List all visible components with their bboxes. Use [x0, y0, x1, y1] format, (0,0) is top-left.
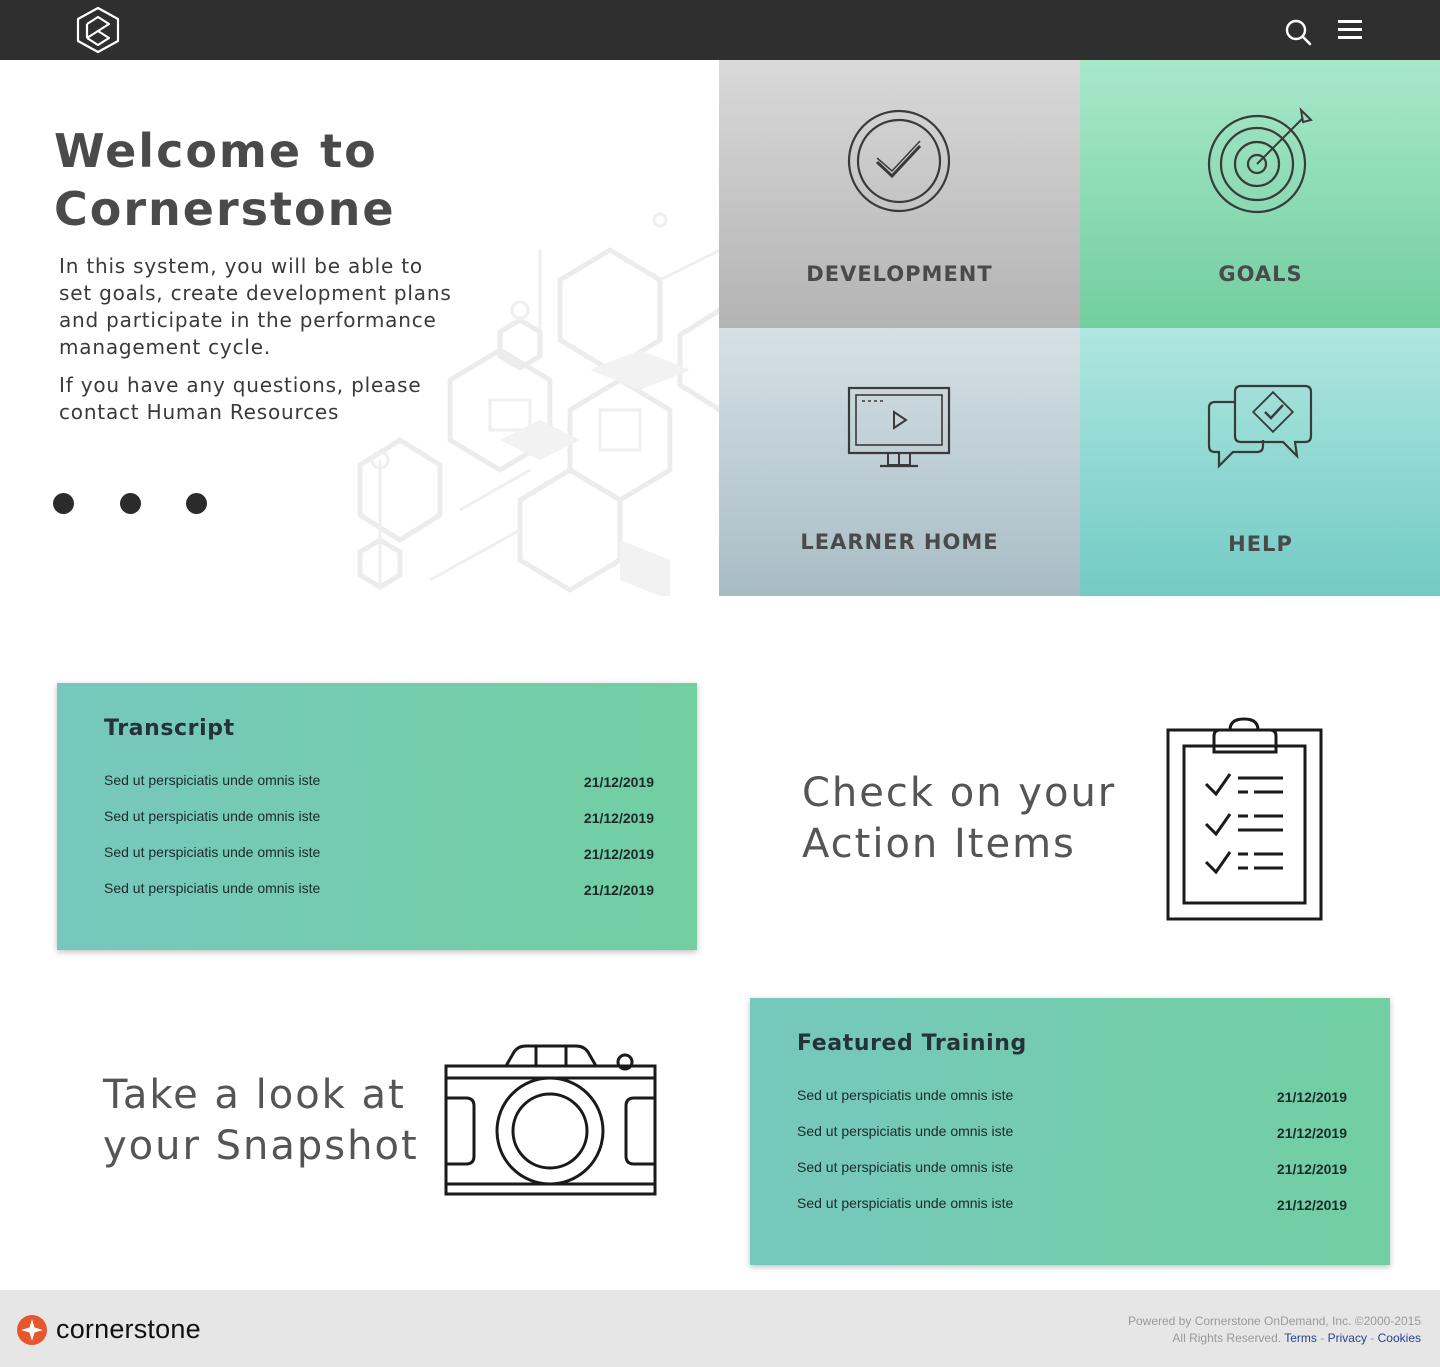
training-row-text: Sed ut perspiciatis unde omnis iste [797, 1195, 1014, 1211]
transcript-title: Transcript [104, 716, 235, 741]
hamburger-menu-icon[interactable] [1336, 17, 1364, 43]
transcript-row[interactable]: Sed ut perspiciatis unde omnis iste 21/1… [104, 772, 654, 796]
featured-training-title: Featured Training [797, 1031, 1027, 1056]
carousel-dot-2[interactable] [120, 493, 141, 514]
snapshot-link[interactable]: Take a look at your Snapshot [103, 1070, 419, 1172]
snapshot-line1: Take a look at [103, 1072, 406, 1118]
welcome-title-line2: Cornerstone [54, 182, 396, 236]
transcript-row[interactable]: Sed ut perspiciatis unde omnis iste 21/1… [104, 844, 654, 868]
action-items-line1: Check on your [802, 770, 1117, 816]
tile-learner-home[interactable]: LEARNER HOME [719, 328, 1080, 596]
training-row-date: 21/12/2019 [1276, 1161, 1347, 1177]
tile-help[interactable]: HELP [1080, 328, 1440, 596]
action-items-link[interactable]: Check on your Action Items [802, 768, 1116, 870]
training-row[interactable]: Sed ut perspiciatis unde omnis iste 21/1… [797, 1087, 1347, 1111]
featured-training-card: Featured Training Sed ut perspiciatis un… [750, 998, 1390, 1265]
powered-by-text: Powered by Cornerstone OnDemand, Inc. ©2… [1127, 1314, 1421, 1328]
action-items-line2: Action Items [802, 821, 1076, 867]
cornerstone-wordmark: cornerstone [56, 1314, 201, 1344]
snapshot-line2: your Snapshot [103, 1123, 419, 1169]
privacy-link[interactable]: Privacy [1328, 1331, 1367, 1345]
chat-bubbles-icon [1207, 384, 1313, 469]
transcript-row[interactable]: Sed ut perspiciatis unde omnis iste 21/1… [104, 808, 654, 832]
training-row[interactable]: Sed ut perspiciatis unde omnis iste 21/1… [797, 1159, 1347, 1183]
transcript-row-date: 21/12/2019 [583, 846, 654, 862]
transcript-row-text: Sed ut perspiciatis unde omnis iste [104, 880, 321, 896]
footer: cornerstone Powered by Cornerstone OnDem… [0, 1290, 1440, 1367]
welcome-hero: Welcome to Cornerstone In this system, y… [0, 60, 719, 596]
welcome-intro: In this system, you will be able to set … [59, 253, 459, 426]
target-arrow-icon [1207, 107, 1313, 214]
link-separator: - [1370, 1331, 1375, 1345]
carousel-dot-3[interactable] [186, 493, 207, 514]
camera-icon[interactable] [444, 1044, 657, 1197]
terms-link[interactable]: Terms [1284, 1331, 1317, 1345]
intro-paragraph: In this system, you will be able to set … [59, 254, 452, 359]
transcript-row-text: Sed ut perspiciatis unde omnis iste [104, 772, 321, 788]
training-row-date: 21/12/2019 [1276, 1089, 1347, 1105]
transcript-row-text: Sed ut perspiciatis unde omnis iste [104, 808, 321, 824]
transcript-row-date: 21/12/2019 [583, 810, 654, 826]
check-circle-icon [847, 109, 951, 213]
training-row-date: 21/12/2019 [1276, 1125, 1347, 1141]
footer-legal: Powered by Cornerstone OnDemand, Inc. ©2… [1128, 1313, 1421, 1347]
contact-paragraph: If you have any questions, please contac… [59, 373, 422, 424]
transcript-row-date: 21/12/2019 [583, 774, 654, 790]
training-row-text: Sed ut perspiciatis unde omnis iste [797, 1159, 1014, 1175]
training-row-text: Sed ut perspiciatis unde omnis iste [797, 1123, 1014, 1139]
rights-text: All Rights Reserved. [1172, 1331, 1282, 1345]
cornerstone-star-logo-icon [17, 1315, 47, 1345]
training-row-date: 21/12/2019 [1276, 1197, 1347, 1213]
monitor-video-icon [847, 386, 951, 468]
link-separator: - [1320, 1331, 1325, 1345]
welcome-title: Welcome to Cornerstone [54, 122, 614, 238]
tile-help-label: HELP [1228, 532, 1293, 556]
hexagon-logo-icon[interactable] [75, 6, 121, 54]
top-navigation-bar [0, 0, 1440, 60]
welcome-title-line1: Welcome to [54, 124, 378, 178]
training-row[interactable]: Sed ut perspiciatis unde omnis iste 21/1… [797, 1123, 1347, 1147]
tile-goals[interactable]: GOALS [1080, 60, 1440, 328]
transcript-row-date: 21/12/2019 [583, 882, 654, 898]
tile-development[interactable]: DEVELOPMENT [719, 60, 1080, 328]
cookies-link[interactable]: Cookies [1378, 1331, 1421, 1345]
search-icon[interactable] [1284, 18, 1312, 46]
transcript-row[interactable]: Sed ut perspiciatis unde omnis iste 21/1… [104, 880, 654, 904]
training-row[interactable]: Sed ut perspiciatis unde omnis iste 21/1… [797, 1195, 1347, 1219]
tile-development-label: DEVELOPMENT [806, 262, 993, 286]
training-row-text: Sed ut perspiciatis unde omnis iste [797, 1087, 1014, 1103]
tile-learner-home-label: LEARNER HOME [800, 530, 999, 554]
rights-line: All Rights Reserved. Terms - Privacy - C… [1128, 1330, 1421, 1347]
clipboard-checklist-icon[interactable] [1166, 716, 1323, 922]
transcript-card: Transcript Sed ut perspiciatis unde omni… [57, 683, 697, 950]
carousel-dot-1[interactable] [53, 493, 74, 514]
transcript-row-text: Sed ut perspiciatis unde omnis iste [104, 844, 321, 860]
tile-goals-label: GOALS [1218, 262, 1303, 286]
